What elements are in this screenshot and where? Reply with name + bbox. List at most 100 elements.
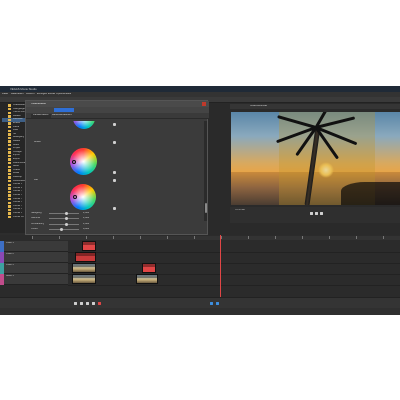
tree-item-label: Stil [13,132,17,135]
ruler-tick [275,236,276,239]
preview-header-label: Videovorschau [250,105,268,107]
track-header[interactable]: Video 2 [0,252,68,263]
slider-value[interactable]: 1,000 [83,217,89,220]
color-wheel-midtones[interactable] [70,148,97,175]
slider-row: Offset 0,000 [31,228,141,232]
close-icon[interactable] [202,102,206,106]
shore-silhouette [341,182,400,205]
slider-label: Sättigung [31,211,42,214]
tree-item-label: Bewegung [13,136,25,139]
timeline: Video 1 Video 2 Video 3 Audio 1 [0,235,400,297]
panel-scrollbar[interactable] [204,121,207,221]
scrollbar-thumb[interactable] [204,203,207,213]
rewind-icon[interactable] [310,212,313,215]
menu-item-tools[interactable]: Extras [48,93,55,96]
play-icon[interactable] [80,302,83,305]
status-bar [0,308,400,315]
track-name: Video 2 [6,253,14,255]
track-color-tag [0,252,4,263]
tree-item-label: Ordner 5 [13,197,23,200]
folder-icon [8,140,11,143]
tree-item-label: Ordner 6 [13,201,23,204]
menu-item-help[interactable]: Hilfe [66,93,71,96]
reset-icon[interactable] [113,171,116,174]
ruler-tick [86,236,87,239]
timeline-clip[interactable] [82,241,96,251]
tree-item-label: Ordner 1 [13,183,23,186]
tool-icon[interactable] [210,302,213,305]
track-header[interactable]: Video 3 [0,263,68,274]
menu-item-edit[interactable]: Bearbeiten [11,93,24,96]
stop-icon[interactable] [92,302,95,305]
preview-transport: Vorschau [230,207,400,223]
wheel-handle[interactable] [72,160,76,164]
folder-icon [8,143,11,147]
slider-value[interactable]: 1,000 [83,212,89,215]
tree-item-label: Ordner 9 [13,212,23,214]
slider-value[interactable]: 1,000 [83,223,89,226]
color-wheel-highlights[interactable] [70,184,96,210]
slider-row: Gamma 1,000 [31,217,141,221]
preset-dropdown[interactable] [54,108,74,112]
tree-item-label: Ordner 2 [13,186,23,189]
record-icon[interactable] [98,302,101,305]
eyedropper-icon[interactable] [113,141,116,144]
track-divider [68,251,400,252]
tree-item-label: Audio [13,143,20,146]
menu-item-insert[interactable]: Einfügen [37,93,47,96]
folder-icon [8,151,11,154]
clip-header [137,275,157,278]
track-color-tag [0,263,4,274]
tab-color-correction[interactable]: Farbkorrektur [31,114,51,118]
folder-icon [8,176,11,179]
tool-icon[interactable] [216,302,219,305]
timeline-clip[interactable] [136,274,158,284]
folder-icon [8,104,11,107]
slider-group: Sättigung 1,000 Gamma 1,000 Verstärkung 1,000… [26,211,146,236]
slider-knob[interactable] [64,222,68,226]
tree-item-label: Übergänge [13,107,25,110]
timeline-clip[interactable] [72,274,96,284]
slider-value[interactable]: 0,000 [83,228,89,231]
track-divider [68,262,400,263]
playhead[interactable] [220,235,221,297]
reset-icon[interactable] [113,123,116,126]
clip-header [83,242,95,245]
wheel-handle[interactable] [73,195,77,199]
track-color-tag [0,274,4,285]
folder-icon [8,172,11,176]
slider-knob[interactable] [64,217,68,221]
ruler-tick [140,236,141,239]
pause-icon[interactable] [86,302,89,305]
track-header[interactable]: Audio 1 [0,274,68,285]
track-header[interactable]: Video 1 [0,241,68,252]
track-name: Video 1 [6,242,14,244]
rewind-icon[interactable] [74,302,77,305]
folder-icon [8,147,11,150]
menu-item-options[interactable]: Optionen [56,93,67,96]
slider-track[interactable] [49,229,79,231]
timeline-clip[interactable] [75,252,96,262]
folder-icon [8,111,11,114]
video-effects-panel: Videoeffekte Farbkorrektur Benutzerdefin… [25,100,209,236]
tree-item-label: Effekte [13,122,21,124]
timeline-ruler[interactable] [32,236,400,240]
ruler-tick [167,236,168,239]
tree-item-label: Medien [13,114,21,117]
ruler-tick [329,236,330,239]
slider-knob[interactable] [60,228,64,232]
timeline-clip[interactable] [142,263,156,273]
folder-icon [8,208,11,212]
slider-knob[interactable] [64,211,68,215]
track-name: Video 3 [6,264,14,266]
tab-custom[interactable]: Benutzerdefiniert [50,114,74,118]
tree-item-label: Ordner 3 [13,190,23,193]
timeline-clip[interactable] [72,263,96,273]
eyedropper-icon[interactable] [113,179,116,182]
slider-label: Verstärkung [31,222,45,225]
reset-icon[interactable] [113,207,116,210]
menu-item-view[interactable]: Ansicht [26,93,35,96]
stop-icon[interactable] [320,212,323,215]
menu-item-file[interactable]: Datei [2,93,8,96]
play-icon[interactable] [315,212,318,215]
